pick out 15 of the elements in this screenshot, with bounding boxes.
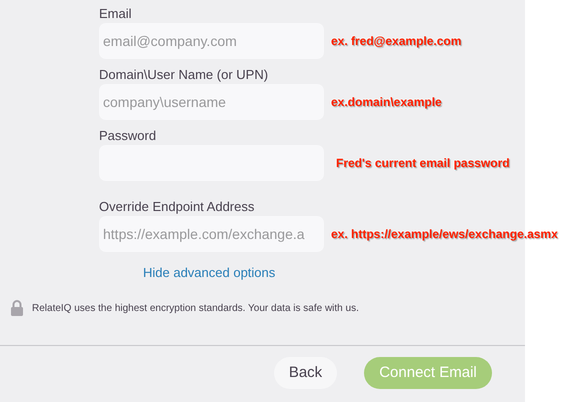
field-label: Password [99, 128, 158, 144]
input-field[interactable]: company\username [99, 84, 324, 120]
annotation-text: ex. https://example/ews/exchange.asmx [331, 226, 558, 242]
security-note: RelateIQ uses the highest encryption standards. Your data is safe with us. [32, 302, 359, 316]
hide-advanced-options-link[interactable]: Hide advanced options [143, 265, 276, 280]
annotation-text: ex. fred@example.com [331, 32, 462, 50]
field-label: Domain\User Name (or UPN) [99, 67, 270, 83]
input-field[interactable]: https://example.com/exchange.a [99, 216, 324, 252]
annotation-text: Fred's current email password [336, 154, 510, 172]
input-field[interactable]: email@company.com [99, 23, 324, 59]
button[interactable]: Back [274, 357, 337, 389]
annotation-text: ex.domain\example [331, 94, 442, 110]
lock-icon [10, 300, 24, 316]
field-label: Override Endpoint Address [99, 199, 256, 215]
field-label: Email [99, 6, 133, 22]
